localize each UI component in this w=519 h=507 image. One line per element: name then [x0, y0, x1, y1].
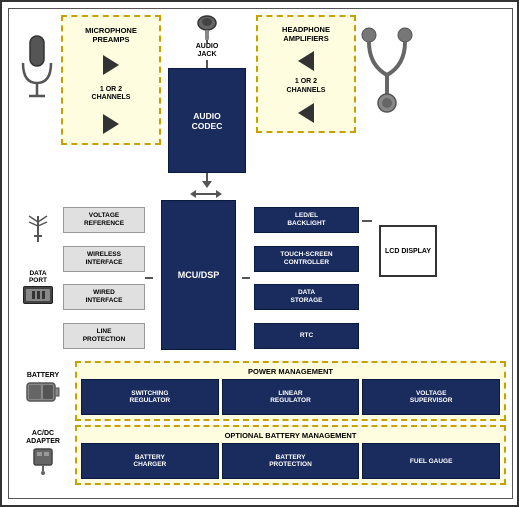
ac-adapter-area: AC/DCADAPTER	[26, 430, 60, 475]
battery-area: BATTERY	[25, 372, 61, 405]
optional-battery-title: OPTIONAL BATTERY MANAGEMENT	[81, 431, 500, 440]
mic-preamp-title: MICROPHONEPREAMPS	[85, 26, 137, 44]
touch-screen-label: TOUCH-SCREENCONTROLLER	[254, 246, 359, 272]
antenna-icon	[27, 214, 49, 242]
voltage-reference-label: VOLTAGEREFERENCE	[63, 207, 145, 233]
audio-codec-label: AUDIOCODEC	[192, 111, 223, 131]
data-storage-label: DATASTORAGE	[254, 284, 359, 310]
voltage-supervisor: VOLTAGESUPERVISOR	[362, 379, 500, 415]
wired-interface-label: WIREDINTERFACE	[63, 284, 145, 310]
stethoscope-icon	[359, 15, 414, 115]
lcd-display-label: LCD DISPLAY	[385, 247, 431, 256]
lcd-display-box: LCD DISPLAY	[379, 225, 437, 277]
battery-label: BATTERY	[27, 372, 59, 379]
headphone-channels-label: 1 OR 2CHANNELS	[287, 78, 326, 95]
ac-adapter-label: AC/DCADAPTER	[26, 430, 60, 447]
mcu-dsp-box: MCU/DSP	[161, 200, 236, 350]
linear-regulator: LINEARREGULATOR	[222, 379, 360, 415]
audio-jack-label: AUDIOJACK	[196, 43, 219, 58]
power-management-title: POWER MANAGEMENT	[81, 367, 500, 376]
battery-charger: BATTERYCHARGER	[81, 443, 219, 479]
data-port-icon: DATAPORT	[23, 270, 53, 304]
line-protection-label: LINEPROTECTION	[63, 323, 145, 349]
battery-protection: BATTERYPROTECTION	[222, 443, 360, 479]
audio-codec-box: AUDIOCODEC	[168, 68, 246, 173]
audio-jack-area: AUDIOJACK	[195, 15, 219, 58]
optional-battery-box: OPTIONAL BATTERY MANAGEMENT BATTERYCHARG…	[75, 425, 506, 485]
microphone-icon	[15, 15, 59, 111]
power-management-box: POWER MANAGEMENT SWITCHINGREGULATOR LINE…	[75, 361, 506, 421]
switching-regulator: SWITCHINGREGULATOR	[81, 379, 219, 415]
wireless-interface-label: WIRELESSINTERFACE	[63, 246, 145, 272]
fuel-gauge: FUEL GAUGE	[362, 443, 500, 479]
led-backlight-label: LED/ELBACKLIGHT	[254, 207, 359, 233]
mcu-dsp-label: MCU/DSP	[178, 270, 220, 280]
microphone-preamps-box: MICROPHONEPREAMPS 1 OR 2CHANNELS	[61, 15, 161, 145]
headphone-amp-title: HEADPHONEAMPLIFIERS	[282, 25, 330, 43]
rtc-label: RTC	[254, 323, 359, 349]
main-container: MICROPHONEPREAMPS 1 OR 2CHANNELS	[0, 0, 519, 507]
data-port-label: DATAPORT	[29, 270, 47, 284]
block-diagram: MICROPHONEPREAMPS 1 OR 2CHANNELS	[8, 8, 513, 499]
mic-channels-label: 1 OR 2CHANNELS	[92, 86, 131, 103]
headphone-amp-box: HEADPHONEAMPLIFIERS 1 OR 2CHANNELS	[256, 15, 356, 133]
